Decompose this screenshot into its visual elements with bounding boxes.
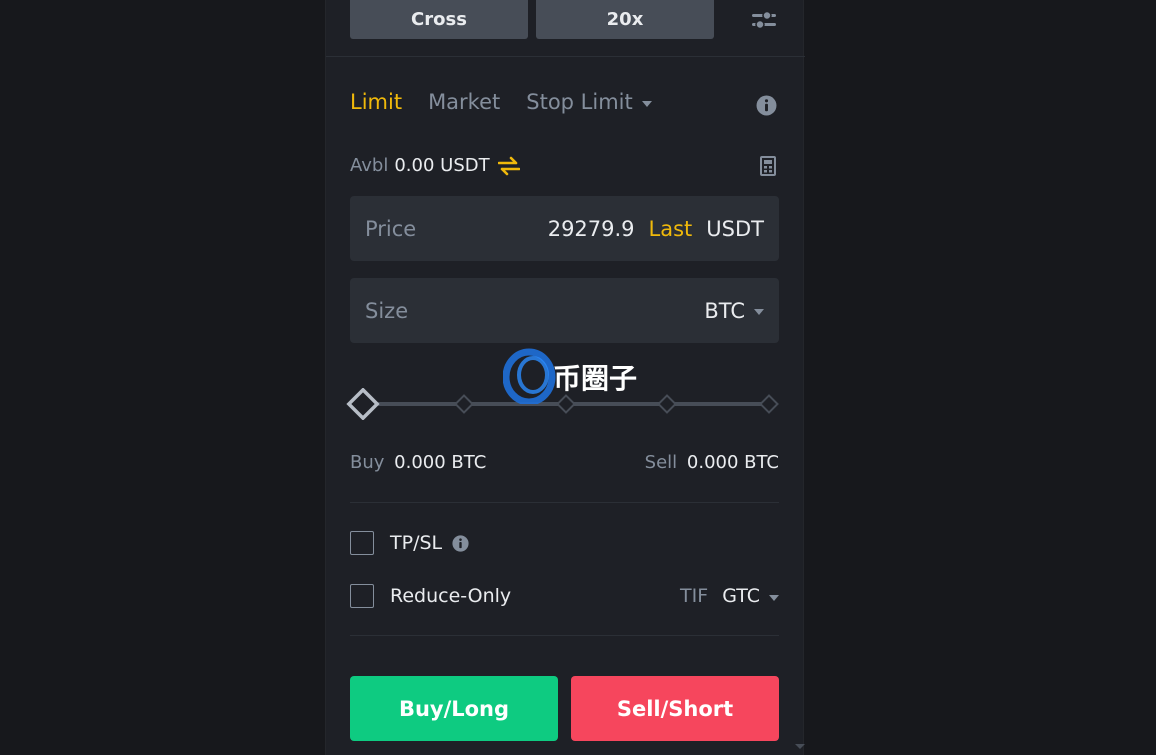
tab-market[interactable]: Market bbox=[428, 90, 500, 114]
size-input[interactable]: Size BTC bbox=[350, 278, 779, 343]
sell-short-label: Sell/Short bbox=[616, 696, 734, 721]
leverage-button[interactable]: 20x bbox=[536, 0, 714, 39]
tab-label: Stop Limit bbox=[526, 90, 633, 114]
info-icon[interactable] bbox=[756, 95, 777, 116]
tif-label: TIF bbox=[680, 585, 709, 607]
slider-step-75 bbox=[657, 394, 677, 414]
divider bbox=[350, 502, 779, 503]
transfer-arrows-icon[interactable] bbox=[497, 156, 520, 176]
sliders-icon[interactable] bbox=[750, 6, 778, 34]
chevron-down-icon bbox=[769, 594, 779, 601]
slider-handle bbox=[346, 388, 380, 420]
price-mode-last[interactable]: Last bbox=[649, 217, 693, 241]
reduce-only-label: Reduce-Only bbox=[390, 585, 512, 607]
margin-mode-button[interactable]: Cross bbox=[350, 0, 528, 39]
tif-select[interactable]: TIF GTC bbox=[680, 585, 779, 607]
tif-value: GTC bbox=[722, 585, 760, 607]
buy-value: 0.000 BTC bbox=[394, 452, 487, 473]
buy-amount: Buy 0.000 BTC bbox=[350, 452, 486, 473]
size-unit: BTC bbox=[704, 298, 745, 323]
price-input[interactable]: Price 29279.9 Last USDT bbox=[350, 196, 779, 261]
divider bbox=[326, 56, 805, 57]
chevron-down-icon bbox=[641, 100, 652, 107]
info-icon[interactable] bbox=[452, 534, 469, 552]
size-unit-select[interactable]: BTC bbox=[704, 299, 764, 323]
reduce-only-checkbox[interactable] bbox=[350, 584, 374, 608]
slider-step-100 bbox=[759, 394, 779, 414]
leverage-label: 20x bbox=[606, 9, 644, 30]
price-value: 29279.9 bbox=[547, 216, 635, 241]
tpsl-row: TP/SL bbox=[350, 531, 779, 555]
sell-short-button[interactable]: Sell/Short bbox=[571, 676, 779, 741]
sell-amount: Sell 0.000 BTC bbox=[645, 452, 779, 473]
size-label: Size bbox=[365, 298, 409, 323]
divider bbox=[350, 635, 779, 636]
tpsl-label: TP/SL bbox=[390, 532, 443, 554]
chevron-down-icon bbox=[754, 309, 764, 315]
available-value: 0.00 USDT bbox=[394, 155, 490, 176]
scroll-indicator bbox=[795, 744, 805, 749]
order-type-tabs: Limit Market Stop Limit bbox=[350, 90, 678, 114]
tab-label: Limit bbox=[350, 90, 403, 114]
sell-label: Sell bbox=[644, 452, 678, 473]
price-unit: USDT bbox=[706, 216, 764, 241]
buy-long-label: Buy/Long bbox=[398, 696, 510, 721]
margin-mode-label: Cross bbox=[411, 9, 467, 30]
buy-long-button[interactable]: Buy/Long bbox=[350, 676, 558, 741]
tab-label: Market bbox=[428, 90, 501, 114]
calculator-icon[interactable] bbox=[760, 156, 776, 176]
tpsl-checkbox[interactable] bbox=[350, 531, 374, 555]
tab-limit[interactable]: Limit bbox=[350, 90, 402, 114]
available-balance: Avbl 0.00 USDT bbox=[350, 155, 520, 176]
watermark-logo: 币圈子 bbox=[503, 348, 637, 404]
buy-label: Buy bbox=[350, 452, 385, 473]
tab-stop-limit[interactable]: Stop Limit bbox=[526, 90, 652, 114]
price-label: Price bbox=[365, 216, 417, 241]
slider-step-25 bbox=[454, 394, 474, 414]
sell-value: 0.000 BTC bbox=[686, 452, 779, 473]
available-label: Avbl bbox=[350, 155, 389, 176]
reduce-only-row: Reduce-Only TIF GTC bbox=[350, 584, 779, 608]
watermark-text: 币圈子 bbox=[553, 362, 637, 395]
buy-sell-breakdown: Buy 0.000 BTC Sell 0.000 BTC bbox=[350, 452, 779, 473]
